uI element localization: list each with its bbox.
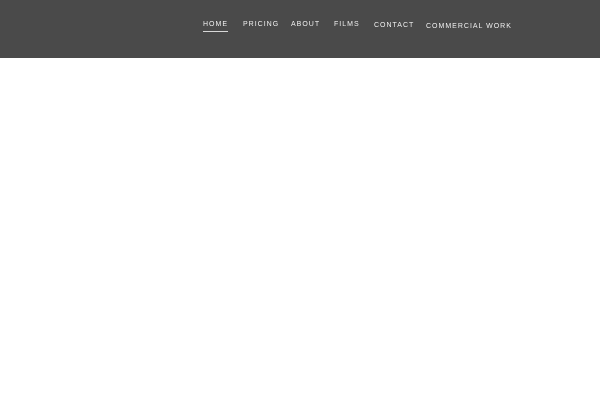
nav-item-contact[interactable]: CONTACT [374, 21, 414, 30]
nav-item-about[interactable]: ABOUT [291, 20, 320, 29]
main-navigation: HOME PRICING ABOUT FILMS CONTACT COMMERC… [0, 0, 600, 58]
nav-item-pricing[interactable]: PRICING [243, 20, 279, 29]
main-content [0, 58, 600, 400]
nav-item-commercial-work[interactable]: COMMERCIAL WORK [426, 22, 512, 31]
nav-item-home[interactable]: HOME [203, 20, 228, 32]
site-header: HOME PRICING ABOUT FILMS CONTACT COMMERC… [0, 0, 600, 58]
nav-item-films[interactable]: FILMS [334, 20, 360, 29]
